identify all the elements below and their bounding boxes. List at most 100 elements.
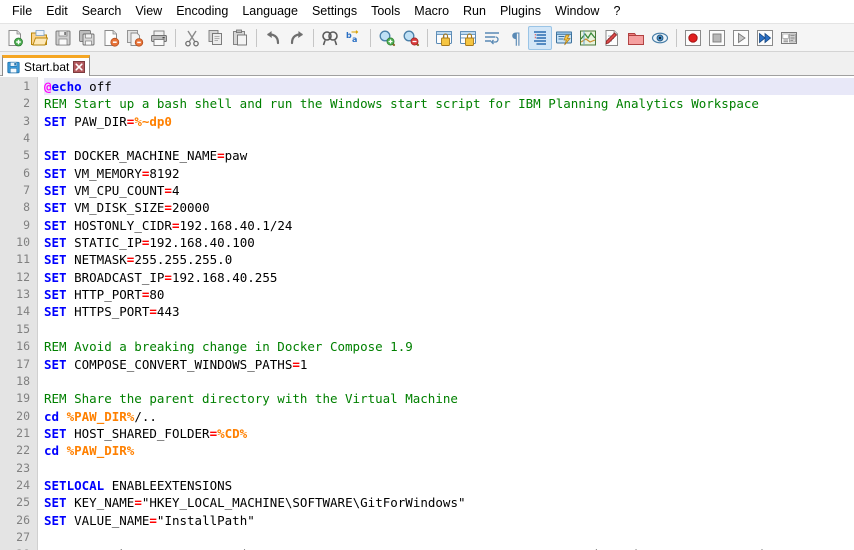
toolbar-button-save-macro[interactable] <box>777 26 801 50</box>
code-line[interactable]: SET COMPOSE_CONVERT_WINDOWS_PATHS=1 <box>44 356 854 373</box>
toolbar-button-record-macro[interactable] <box>681 26 705 50</box>
folder-as-workspace-icon <box>627 29 645 47</box>
code-line[interactable]: SETLOCAL ENABLEEXTENSIONS <box>44 477 854 494</box>
toolbar-button-close-file[interactable] <box>99 26 123 50</box>
menu-edit[interactable]: Edit <box>39 1 75 22</box>
code-line[interactable]: REM Avoid a breaking change in Docker Co… <box>44 338 854 355</box>
menu-tools[interactable]: Tools <box>364 1 407 22</box>
toolbar-button-indent-guide[interactable] <box>528 25 552 50</box>
menu-settings[interactable]: Settings <box>305 1 364 22</box>
toolbar-button-save-all[interactable] <box>75 26 99 50</box>
toolbar-button-show-document-map[interactable] <box>576 26 600 50</box>
code-line[interactable]: SET NETMASK=255.255.255.0 <box>44 251 854 268</box>
code-line[interactable]: cd %PAW_DIR%/.. <box>44 408 854 425</box>
code-line[interactable]: SET BROADCAST_IP=192.168.40.255 <box>44 269 854 286</box>
menu-macro[interactable]: Macro <box>407 1 456 22</box>
toolbar-button-play-macro[interactable] <box>729 26 753 50</box>
code-line[interactable]: SET PAW_DIR=%~dp0 <box>44 113 854 130</box>
toolbar-button-sync-horizontal-scroll[interactable] <box>456 26 480 50</box>
zoom-in-icon <box>378 29 396 47</box>
toolbar-button-new-file[interactable] <box>3 26 27 50</box>
menu-help[interactable]: ? <box>606 1 627 22</box>
run-macro-multiple-icon <box>756 29 774 47</box>
code-line[interactable]: FOR /F "tokens=2*" %%A IN ('REG.exe quer… <box>44 546 854 550</box>
toolbar-button-run-macro-multiple[interactable] <box>753 26 777 50</box>
close-icon[interactable] <box>73 61 86 73</box>
code-line[interactable]: @echo off <box>44 78 854 96</box>
toolbar-separator <box>427 28 428 47</box>
monitoring-icon <box>651 29 669 47</box>
code-line[interactable]: SET HTTPS_PORT=443 <box>44 303 854 320</box>
function-list-icon <box>603 29 621 47</box>
code-line[interactable]: SET HOST_SHARED_FOLDER=%CD% <box>44 425 854 442</box>
code-line[interactable]: SET VM_MEMORY=8192 <box>44 165 854 182</box>
toolbar-button-close-all-files[interactable] <box>123 26 147 50</box>
line-number: 1 <box>23 79 30 93</box>
code-line[interactable]: REM Start up a bash shell and run the Wi… <box>44 95 854 112</box>
toolbar-button-zoom-out[interactable] <box>399 26 423 50</box>
line-number: 25 <box>16 495 30 510</box>
code-line[interactable]: SET HOSTONLY_CIDR=192.168.40.1/24 <box>44 217 854 234</box>
code-line[interactable] <box>44 373 854 390</box>
toolbar-button-redo[interactable] <box>285 26 309 50</box>
toolbar-button-monitoring[interactable] <box>648 26 672 50</box>
code-line[interactable]: SET VM_DISK_SIZE=20000 <box>44 199 854 216</box>
menu-view[interactable]: View <box>128 1 169 22</box>
toolbar-button-word-wrap[interactable] <box>480 26 504 50</box>
toolbar-button-stop-recording[interactable] <box>705 26 729 50</box>
toolbar-button-paste[interactable] <box>228 26 252 50</box>
toolbar-separator <box>313 28 314 47</box>
toolbar-button-find[interactable] <box>318 26 342 50</box>
indent-guide-icon <box>531 29 549 47</box>
paste-icon <box>231 29 249 47</box>
notepadpp-window: File Edit Search View Encoding Language Settin… <box>0 0 854 550</box>
undo-icon <box>264 29 282 47</box>
line-number: 3 <box>23 113 30 128</box>
code-content[interactable]: @echo off REM Start up a bash shell and r… <box>38 77 854 550</box>
menu-encoding[interactable]: Encoding <box>169 1 235 22</box>
code-line[interactable] <box>44 130 854 147</box>
toolbar-button-user-defined-dialog[interactable] <box>552 26 576 50</box>
toolbar-button-print[interactable] <box>147 26 171 50</box>
close-all-files-icon <box>126 29 144 47</box>
code-line[interactable]: SET HTTP_PORT=80 <box>44 286 854 303</box>
menu-language[interactable]: Language <box>235 1 305 22</box>
menu-file[interactable]: File <box>5 1 39 22</box>
editor-area[interactable]: 1 2 3 4 5 6 7 8 9 10 11 12 13 14 15 16 17 18 19 20 21 22 23 24 2… <box>0 76 854 550</box>
toolbar-button-replace[interactable]: ba <box>342 26 366 50</box>
code-line[interactable]: SET VM_CPU_COUNT=4 <box>44 182 854 199</box>
code-line[interactable] <box>44 529 854 546</box>
toolbar-button-zoom-in[interactable] <box>375 26 399 50</box>
toolbar-button-folder-as-workspace[interactable] <box>624 26 648 50</box>
tab-start-bat[interactable]: Start.bat <box>2 55 91 76</box>
menu-search[interactable]: Search <box>75 1 129 22</box>
show-document-map-icon <box>579 29 597 47</box>
code-line[interactable]: REM Share the parent directory with the … <box>44 390 854 407</box>
code-line[interactable] <box>44 460 854 477</box>
line-number: 7 <box>23 183 30 198</box>
toolbar-button-show-all-characters[interactable]: ¶ <box>504 26 528 50</box>
line-number: 18 <box>16 373 30 388</box>
replace-icon: ba <box>345 29 363 47</box>
open-file-icon <box>30 29 48 47</box>
code-line[interactable]: cd %PAW_DIR% <box>44 442 854 459</box>
toolbar-button-copy[interactable] <box>204 26 228 50</box>
toolbar-button-function-list[interactable] <box>600 26 624 50</box>
line-number-gutter: 1 2 3 4 5 6 7 8 9 10 11 12 13 14 15 16 17 18 19 20 21 22 23 24 2… <box>0 77 38 550</box>
code-line[interactable]: SET VALUE_NAME="InstallPath" <box>44 512 854 529</box>
code-line[interactable]: SET DOCKER_MACHINE_NAME=paw <box>44 147 854 164</box>
menu-run[interactable]: Run <box>456 1 493 22</box>
menu-window[interactable]: Window <box>548 1 606 22</box>
code-line[interactable] <box>44 321 854 338</box>
toolbar-button-open-file[interactable] <box>27 26 51 50</box>
code-line[interactable]: SET STATIC_IP=192.168.40.100 <box>44 234 854 251</box>
menu-plugins[interactable]: Plugins <box>493 1 548 22</box>
code-line[interactable]: SET KEY_NAME="HKEY_LOCAL_MACHINE\SOFTWAR… <box>44 494 854 511</box>
toolbar-button-cut[interactable] <box>180 26 204 50</box>
svg-text:¶: ¶ <box>511 29 521 47</box>
toolbar-button-save[interactable] <box>51 26 75 50</box>
toolbar-button-sync-vertical-scroll[interactable] <box>432 26 456 50</box>
line-number: 28 <box>0 546 37 550</box>
toolbar-separator <box>175 28 176 47</box>
toolbar-button-undo[interactable] <box>261 26 285 50</box>
